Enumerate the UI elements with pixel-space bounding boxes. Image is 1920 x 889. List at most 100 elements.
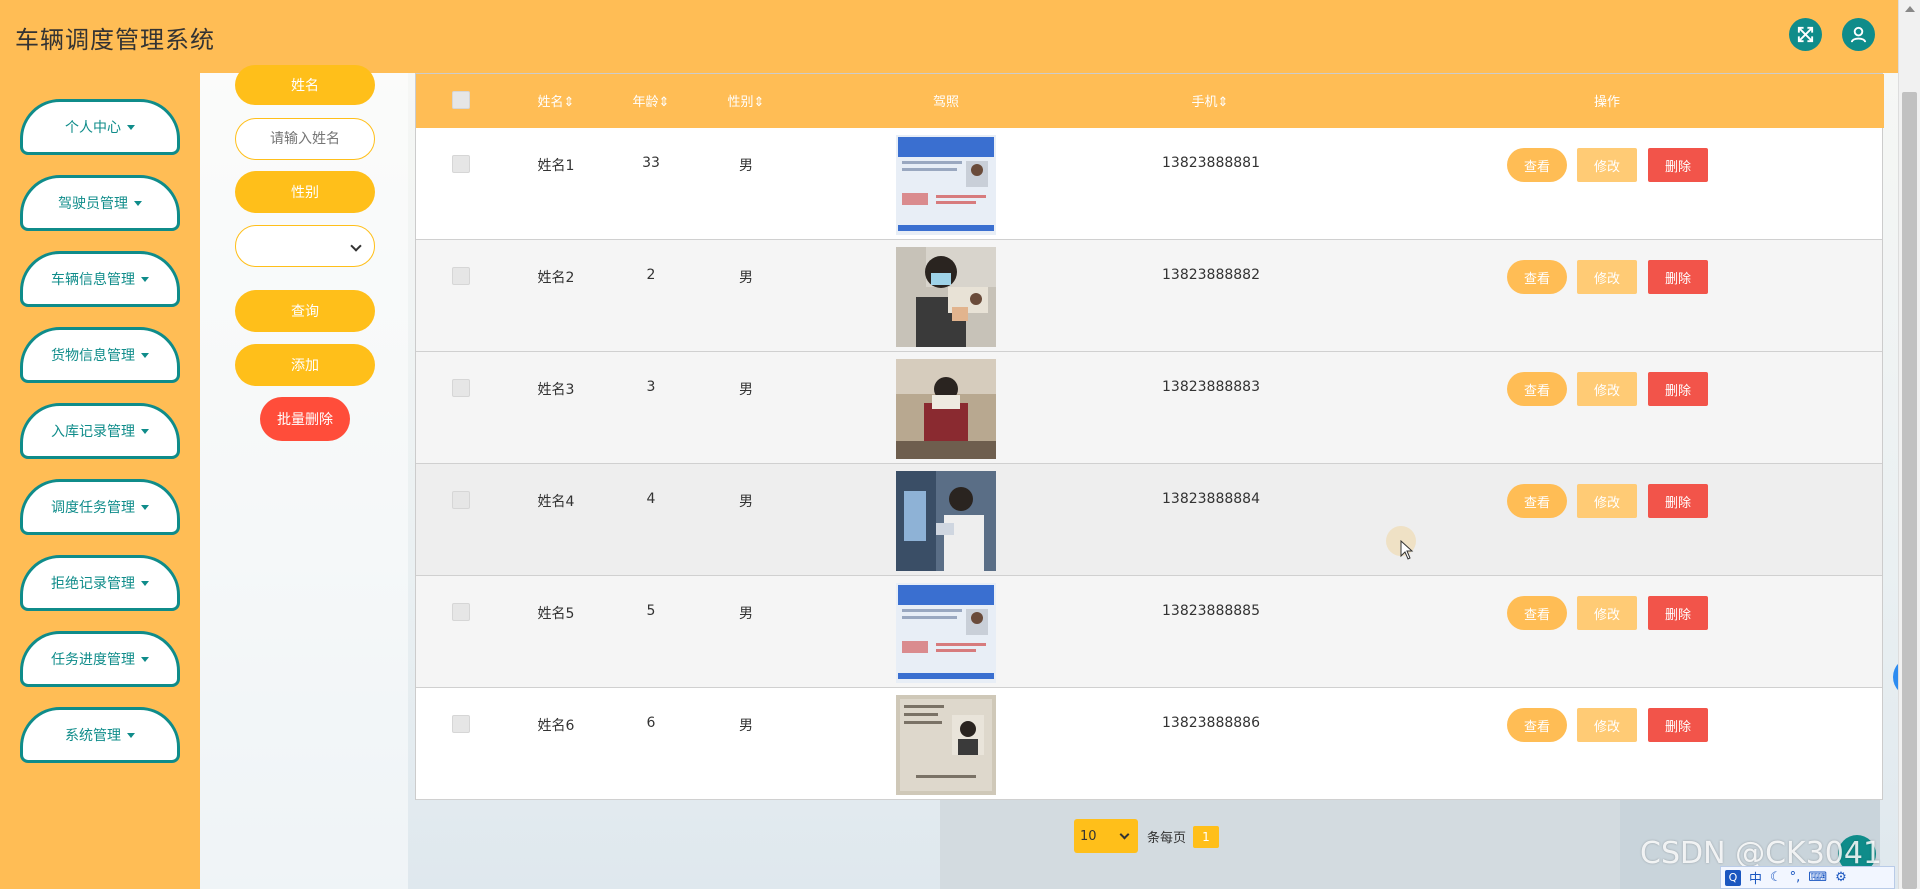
chevron-down-icon — [141, 428, 149, 434]
table-row: 姓名1 33 男 13823888881 查看 修改 删除 — [416, 128, 1882, 240]
add-button[interactable]: 添加 — [235, 344, 375, 386]
delete-button[interactable]: 删除 — [1648, 372, 1708, 406]
view-button[interactable]: 查看 — [1507, 596, 1567, 630]
row-checkbox[interactable] — [452, 715, 470, 733]
cell-age: 33 — [642, 155, 660, 171]
table-row: 姓名2 2 男 13823888882 查看 修改 删除 — [416, 240, 1882, 352]
page-size-value: 10 — [1080, 828, 1097, 844]
sidebar-item-label: 任务进度管理 — [51, 652, 135, 668]
cell-gender: 男 — [739, 494, 753, 510]
edit-button[interactable]: 修改 — [1577, 596, 1637, 630]
ime-toolbar[interactable]: Q 中 ☾ °, ⌨ ⚙ — [1720, 866, 1895, 889]
name-label: 姓名 — [235, 65, 375, 105]
cell-name: 姓名1 — [537, 158, 575, 174]
sidebar-item-dispatch[interactable]: 调度任务管理 — [20, 479, 180, 535]
license-photo[interactable] — [896, 583, 996, 683]
chevron-down-icon — [127, 732, 135, 738]
delete-button[interactable]: 删除 — [1648, 148, 1708, 182]
page-size-select[interactable]: 10 — [1074, 819, 1138, 853]
cell-name: 姓名3 — [537, 382, 575, 398]
fullscreen-button[interactable] — [1789, 18, 1822, 51]
moon-icon[interactable]: ☾ — [1770, 870, 1782, 885]
delete-button[interactable]: 删除 — [1648, 260, 1708, 294]
view-button[interactable]: 查看 — [1507, 708, 1567, 742]
background-window — [940, 800, 1640, 889]
cell-phone: 13823888886 — [1162, 715, 1260, 731]
column-header-license: 驾照 — [932, 95, 959, 110]
license-photo[interactable] — [896, 359, 996, 459]
view-button[interactable]: 查看 — [1507, 484, 1567, 518]
license-photo[interactable] — [896, 135, 996, 235]
cell-name: 姓名2 — [537, 270, 575, 286]
vertical-scrollbar[interactable] — [1898, 0, 1920, 889]
cell-phone: 13823888885 — [1162, 603, 1260, 619]
column-header-gender[interactable]: 性别⇕ — [711, 91, 781, 110]
edit-button[interactable]: 修改 — [1577, 148, 1637, 182]
table-row: 姓名6 6 男 13823888886 查看 修改 删除 — [416, 688, 1882, 800]
punctuation-icon[interactable]: °, — [1790, 870, 1801, 885]
cell-phone: 13823888882 — [1162, 267, 1260, 283]
gender-label: 性别 — [235, 171, 375, 213]
ime-language[interactable]: 中 — [1749, 868, 1762, 887]
chevron-down-icon — [141, 580, 149, 586]
sidebar-item-vehicle[interactable]: 车辆信息管理 — [20, 251, 180, 307]
edit-button[interactable]: 修改 — [1577, 484, 1637, 518]
view-button[interactable]: 查看 — [1507, 148, 1567, 182]
gender-select[interactable] — [235, 225, 375, 267]
sidebar-item-inbound[interactable]: 入库记录管理 — [20, 403, 180, 459]
delete-button[interactable]: 删除 — [1648, 484, 1708, 518]
view-button[interactable]: 查看 — [1507, 372, 1567, 406]
keyboard-icon[interactable]: ⌨ — [1808, 870, 1827, 885]
cell-gender: 男 — [739, 382, 753, 398]
sidebar-item-rejection[interactable]: 拒绝记录管理 — [20, 555, 180, 611]
chevron-down-icon — [1119, 829, 1130, 840]
table-row: 姓名5 5 男 13823888885 查看 修改 删除 — [416, 576, 1882, 688]
column-header-age[interactable]: 年龄⇕ — [616, 91, 686, 110]
row-checkbox[interactable] — [452, 379, 470, 397]
sidebar-item-label: 个人中心 — [65, 120, 121, 136]
column-header-name[interactable]: 姓名⇕ — [521, 91, 591, 110]
sidebar-item-progress[interactable]: 任务进度管理 — [20, 631, 180, 687]
table-row: 姓名3 3 男 13823888883 查看 修改 删除 — [416, 352, 1882, 464]
edit-button[interactable]: 修改 — [1577, 260, 1637, 294]
scrollbar-thumb[interactable] — [1902, 92, 1917, 889]
sidebar-item-system[interactable]: 系统管理 — [20, 707, 180, 763]
batch-delete-button[interactable]: 批量删除 — [260, 397, 350, 441]
cell-gender: 男 — [739, 718, 753, 734]
delete-button[interactable]: 删除 — [1648, 708, 1708, 742]
scroll-up-icon[interactable] — [1905, 6, 1915, 12]
cell-name: 姓名4 — [537, 494, 575, 510]
sidebar-item-cargo[interactable]: 货物信息管理 — [20, 327, 180, 383]
edit-button[interactable]: 修改 — [1577, 372, 1637, 406]
row-checkbox[interactable] — [452, 491, 470, 509]
edit-button[interactable]: 修改 — [1577, 708, 1637, 742]
page-number-current[interactable]: 1 — [1193, 826, 1219, 848]
license-photo[interactable] — [896, 471, 996, 571]
cell-gender: 男 — [739, 158, 753, 174]
name-search-field[interactable] — [235, 118, 375, 160]
per-page-label: 条每页 — [1147, 831, 1187, 846]
row-checkbox[interactable] — [452, 267, 470, 285]
sidebar-item-label: 系统管理 — [65, 728, 121, 744]
row-checkbox[interactable] — [452, 603, 470, 621]
user-button[interactable] — [1842, 18, 1875, 51]
query-button[interactable]: 查询 — [235, 290, 375, 332]
delete-button[interactable]: 删除 — [1648, 596, 1708, 630]
cell-phone: 13823888883 — [1162, 379, 1260, 395]
select-all-checkbox[interactable] — [452, 91, 470, 109]
table-header: 姓名⇕ 年龄⇕ 性别⇕ 驾照 手机⇕ 操作 — [416, 74, 1884, 128]
cell-gender: 男 — [739, 270, 753, 286]
row-checkbox[interactable] — [452, 155, 470, 173]
name-input[interactable] — [250, 131, 360, 147]
view-button[interactable]: 查看 — [1507, 260, 1567, 294]
column-header-phone[interactable]: 手机⇕ — [1165, 91, 1255, 110]
license-photo[interactable] — [896, 247, 996, 347]
table-row: 姓名4 4 男 13823888884 查看 修改 删除 — [416, 464, 1882, 576]
license-photo[interactable] — [896, 695, 996, 795]
chevron-down-icon — [134, 200, 142, 206]
sidebar-item-label: 调度任务管理 — [51, 500, 135, 516]
person-with-license-image — [896, 247, 996, 347]
sidebar-item-driver[interactable]: 驾驶员管理 — [20, 175, 180, 231]
sidebar-item-personal-center[interactable]: 个人中心 — [20, 99, 180, 155]
settings-icon[interactable]: ⚙ — [1835, 870, 1847, 885]
